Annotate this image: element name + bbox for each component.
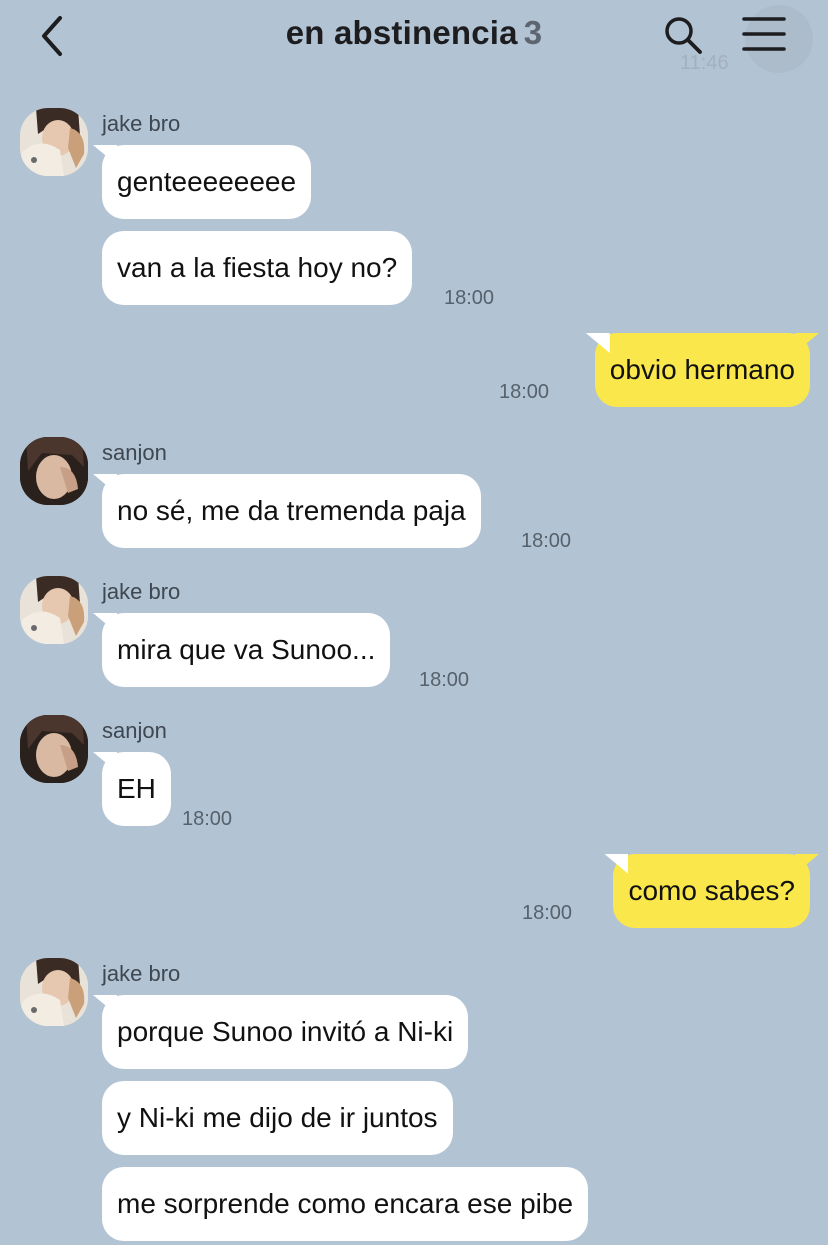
message-bubble[interactable]: no sé, me da tremenda paja (102, 474, 481, 548)
message-bubble[interactable]: mira que va Sunoo... (102, 613, 391, 687)
profile-photo (20, 958, 88, 1026)
member-count: 3 (523, 14, 543, 51)
message-bubble[interactable]: me sorprende como encara ese pibe (102, 1167, 589, 1241)
sender-name: sanjon (102, 440, 167, 465)
menu-button[interactable] (740, 15, 788, 55)
sender-name: sanjon (102, 718, 167, 743)
sender-name: jake bro (102, 961, 181, 986)
avatar[interactable] (20, 437, 88, 505)
avatar[interactable] (20, 958, 88, 1026)
avatar[interactable] (20, 108, 88, 176)
avatar[interactable] (20, 715, 88, 783)
search-icon (665, 17, 702, 54)
chat-header: en abstinencia 3 11:46 (0, 0, 828, 80)
message-bubble[interactable]: EH (102, 752, 171, 826)
sender-name: jake bro (102, 579, 181, 604)
profile-photo (20, 576, 88, 644)
profile-photo (20, 715, 88, 783)
message-time: 18:00 (521, 530, 572, 552)
message-time: 18:00 (444, 287, 495, 309)
my-message-bubble[interactable]: como sabes? (613, 854, 810, 928)
chat-title-text: en abstinencia (285, 14, 518, 51)
my-message-bubble[interactable]: obvio hermano (594, 333, 810, 407)
message-bubble[interactable]: y Ni-ki me dijo de ir juntos (102, 1081, 453, 1155)
message-time: 18:00 (499, 381, 550, 403)
sender-name: jake bro (102, 111, 181, 136)
profile-photo (20, 108, 88, 176)
avatar[interactable] (20, 576, 88, 644)
message-bubble[interactable]: porque Sunoo invitó a Ni-ki (102, 995, 469, 1069)
search-button[interactable] (662, 14, 704, 56)
profile-photo (20, 437, 88, 505)
message-bubble[interactable]: genteeeeeeee (102, 145, 312, 219)
message-time: 18:00 (522, 902, 573, 924)
message-bubble[interactable]: van a la fiesta hoy no? (102, 231, 413, 305)
message-time: 18:00 (182, 808, 233, 830)
hamburger-menu-icon (742, 17, 786, 51)
message-time: 18:00 (419, 669, 470, 691)
